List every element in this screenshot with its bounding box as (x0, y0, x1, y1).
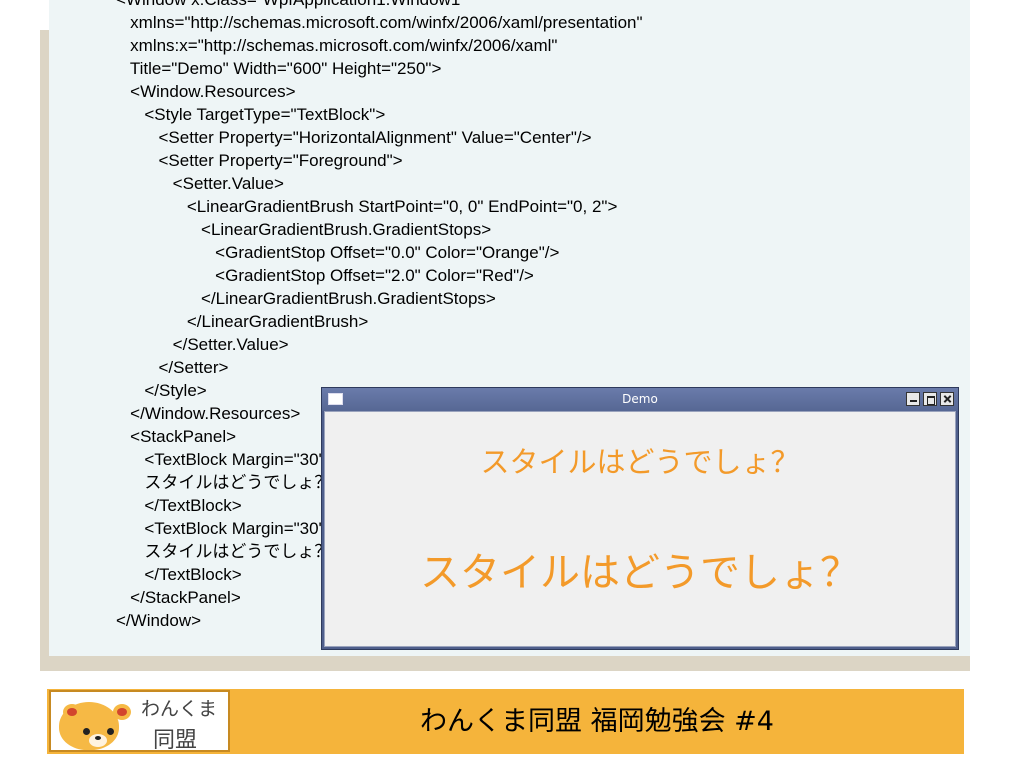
code-line: Title="Demo" Width="600" Height="250"> (116, 59, 442, 78)
bear-mascot-icon (59, 702, 131, 750)
wankuma-logo: わんくま 同盟 (49, 690, 230, 753)
code-line: <Style TargetType="TextBlock"> (116, 105, 386, 124)
bear-eye-icon (83, 728, 90, 735)
window-client-area: スタイルはどうでしょ？ スタイルはどうでしょ？ (324, 411, 956, 647)
code-line: <LinearGradientBrush StartPoint="0, 0" E… (116, 197, 618, 216)
bear-muzzle-icon (89, 734, 107, 747)
code-line: <GradientStop Offset="2.0" Color="Red"/> (116, 266, 534, 285)
maximize-button[interactable] (923, 392, 937, 406)
logo-text-line1: わんくま (141, 698, 218, 720)
close-button[interactable] (940, 392, 954, 406)
code-line: </Setter> (116, 358, 229, 377)
styled-textblock-2: スタイルはどうでしょ？ (420, 550, 860, 596)
code-line: xmlns="http://schemas.microsoft.com/winf… (116, 13, 643, 32)
window-titlebar[interactable]: Demo (322, 388, 958, 411)
demo-window: Demo スタイルはどうでしょ？ スタイルはどうでしょ？ (321, 387, 959, 650)
window-title: Demo (622, 392, 658, 406)
styled-textblock-1: スタイルはどうでしょ？ (480, 445, 800, 479)
bear-ear-icon (63, 704, 81, 720)
code-line: <Setter Property="HorizontalAlignment" V… (116, 128, 592, 147)
window-buttons (906, 392, 954, 406)
minimize-button[interactable] (906, 392, 920, 406)
code-line: <Window x:Class="WpfApplication1.Window1… (116, 0, 643, 11)
logo-text-line2: 同盟 (153, 728, 198, 753)
code-line: <LinearGradientBrush.GradientStops> (116, 220, 492, 239)
code-line: xmlns:x="http://schemas.microsoft.com/wi… (116, 36, 558, 55)
code-line: </LinearGradientBrush.GradientStops> (116, 289, 496, 308)
code-line: <Window.Resources> (116, 82, 296, 101)
code-line: <GradientStop Offset="0.0" Color="Orange… (116, 243, 560, 262)
code-line: </LinearGradientBrush> (116, 312, 369, 331)
code-line: <Setter Property="Foreground"> (116, 151, 403, 170)
footer-title: わんくま同盟 福岡勉強会 #4 (420, 706, 774, 737)
bear-eye-icon (107, 728, 114, 735)
code-line: </Setter.Value> (116, 335, 289, 354)
code-line: <Setter.Value> (116, 174, 284, 193)
bear-ear-icon (113, 704, 131, 720)
